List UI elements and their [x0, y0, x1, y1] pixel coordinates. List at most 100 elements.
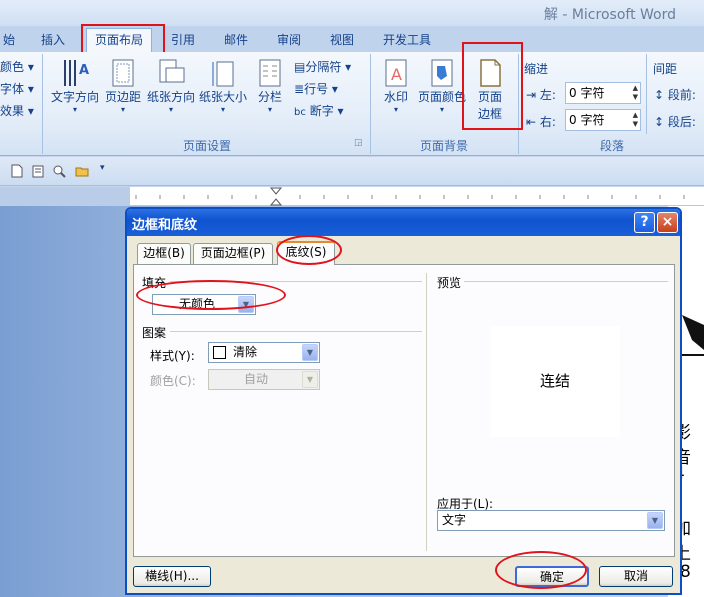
pattern-color-select: 自动 ▼ — [208, 369, 320, 390]
svg-text:A: A — [79, 63, 89, 78]
margins-button[interactable]: 页边距 ▾ — [102, 58, 144, 114]
text-direction-button[interactable]: A 文字方向 ▾ — [48, 58, 102, 114]
page-background-group-label: 页面背景 — [419, 139, 468, 153]
section-divider — [464, 281, 668, 282]
spacing-before-label: ↕ 段前: — [654, 88, 696, 102]
size-button[interactable]: 纸张大小 ▾ — [198, 58, 248, 114]
theme-colors-button[interactable]: 颜色 ▾ — [0, 58, 34, 75]
tab-page-layout[interactable]: 页面布局 — [86, 28, 152, 52]
section-divider — [170, 331, 422, 332]
spacing-label: 间距 — [653, 62, 678, 76]
horizontal-ruler[interactable] — [130, 187, 704, 206]
page-borders-button[interactable]: 页面 边框 — [468, 58, 512, 122]
page-color-button[interactable]: 页面颜色 ▾ — [416, 58, 468, 114]
title-bar: 解 - Microsoft Word — [0, 0, 704, 26]
pattern-style-select[interactable]: 清除 ▼ — [208, 342, 320, 363]
close-button[interactable]: × — [657, 212, 678, 233]
spinner-arrows-icon[interactable]: ▲ ▼ — [633, 84, 638, 102]
tab-references[interactable]: 引用 — [166, 30, 200, 52]
group-separator — [42, 54, 43, 154]
page-setup-group-label: 页面设置 — [182, 139, 231, 153]
spacing-after-label: ↕ 段后: — [654, 115, 696, 129]
text-direction-icon: A — [64, 60, 89, 86]
line-numbers-icon: ≣ — [294, 82, 305, 96]
orientation-icon — [159, 59, 185, 83]
style-label: 样式(Y): — [150, 349, 195, 363]
tab-view[interactable]: 视图 — [325, 30, 359, 52]
tab-page-border[interactable]: 页面边框(P) — [193, 243, 273, 264]
orientation-button[interactable]: 纸张方向 ▾ — [144, 58, 198, 114]
indent-label: 缩进 — [524, 62, 549, 76]
tab-developer[interactable]: 开发工具 — [378, 30, 436, 52]
dialog-title-bar[interactable]: 边框和底纹 ? × — [127, 209, 680, 236]
ribbon: 颜色 ▾ 字体 ▾ 效果 ▾ A 文字方向 ▾ 页边距 ▾ 纸张方向 ▾ 纸张大小 ▾ — [0, 52, 704, 156]
columns-button[interactable]: 分栏 ▾ — [252, 58, 288, 114]
tab-borders[interactable]: 边框(B) — [137, 243, 191, 264]
preview-section-label: 预览 — [437, 276, 462, 290]
new-document-icon[interactable] — [10, 164, 24, 178]
print-preview-icon[interactable] — [52, 164, 66, 178]
fill-color-select[interactable]: 无颜色 ▼ — [152, 294, 256, 315]
preview-sample: 连结 — [490, 326, 620, 437]
ribbon-tab-row: 始 插入 页面布局 引用 邮件 审阅 视图 开发工具 — [0, 26, 704, 52]
folder-icon[interactable] — [75, 164, 89, 178]
apply-to-select[interactable]: 文字 ▼ — [437, 510, 665, 531]
margins-icon — [112, 59, 134, 87]
tab-insert[interactable]: 插入 — [36, 30, 70, 52]
window-title: 解 - Microsoft Word — [543, 7, 676, 23]
color-label: 颜色(C): — [150, 374, 196, 388]
dialog-title: 边框和底纹 — [132, 218, 198, 233]
ok-button[interactable]: 确定 — [515, 566, 589, 587]
tab-shading[interactable]: 底纹(S) — [277, 241, 335, 265]
cancel-button[interactable]: 取消 — [599, 566, 673, 587]
ruler-margin — [0, 187, 130, 206]
pattern-section-label: 图案 — [142, 326, 167, 340]
horizontal-line-button[interactable]: 横线(H)... — [133, 566, 211, 587]
spacing-after-icon: ↕ — [654, 115, 665, 129]
chevron-down-icon: ▼ — [647, 512, 663, 529]
borders-shading-dialog: 边框和底纹 ? × 填充 无颜色 ▼ 图案 样式(Y): 清除 ▼ 颜色(C):… — [125, 207, 682, 595]
watermark-icon: A — [385, 59, 407, 87]
paper-size-icon — [212, 61, 234, 87]
open-icon[interactable] — [31, 164, 45, 178]
page-color-icon — [431, 59, 453, 87]
indent-left-icon: ⇥ — [526, 88, 537, 102]
group-separator — [646, 54, 647, 134]
fill-section-label: 填充 — [142, 276, 167, 290]
theme-effects-button[interactable]: 效果 ▾ — [0, 102, 34, 119]
paragraph-group-label: 段落 — [599, 139, 624, 153]
svg-text:A: A — [391, 65, 402, 84]
section-divider — [426, 273, 427, 551]
columns-icon — [259, 59, 281, 87]
tab-home[interactable]: 始 — [0, 30, 18, 52]
page-borders-icon — [480, 59, 501, 87]
customize-toolbar-icon[interactable]: ▾ — [100, 163, 105, 173]
indent-left-label: ⇥ 左: — [526, 88, 556, 102]
indent-right-icon: ⇤ — [526, 115, 537, 129]
theme-fonts-button[interactable]: 字体 ▾ — [0, 80, 34, 97]
chevron-down-icon: ▼ — [302, 344, 318, 361]
watermark-button[interactable]: A 水印 ▾ — [376, 58, 416, 114]
ruler-ticks — [135, 187, 685, 206]
group-separator — [370, 54, 371, 154]
indent-right-label: ⇤ 右: — [526, 115, 556, 129]
tab-mailings[interactable]: 邮件 — [219, 30, 253, 52]
line-numbers-button[interactable]: ≣行号 ▾ — [294, 80, 338, 97]
group-separator — [518, 54, 519, 154]
chevron-down-icon: ▼ — [238, 296, 254, 313]
page-setup-launcher-icon[interactable]: ◲ — [354, 138, 363, 148]
indent-left-input[interactable]: 0 字符 ▲ ▼ — [565, 82, 641, 104]
breaks-icon: ▤ — [294, 60, 306, 74]
tab-review[interactable]: 审阅 — [272, 30, 306, 52]
chevron-down-icon: ▼ — [302, 371, 318, 388]
pattern-swatch — [213, 346, 226, 359]
help-button[interactable]: ? — [634, 212, 655, 233]
indent-right-input[interactable]: 0 字符 ▲ ▼ — [565, 109, 641, 131]
spinner-arrows-icon[interactable]: ▲ ▼ — [633, 111, 638, 129]
hyphenation-button[interactable]: bc 断字 ▾ — [294, 102, 344, 119]
breaks-button[interactable]: ▤分隔符 ▾ — [294, 58, 351, 75]
spacing-before-icon: ↕ — [654, 88, 665, 102]
quick-access-toolbar: ▾ — [0, 157, 704, 186]
section-divider — [170, 281, 422, 282]
hyphenation-icon: bc — [294, 107, 306, 118]
